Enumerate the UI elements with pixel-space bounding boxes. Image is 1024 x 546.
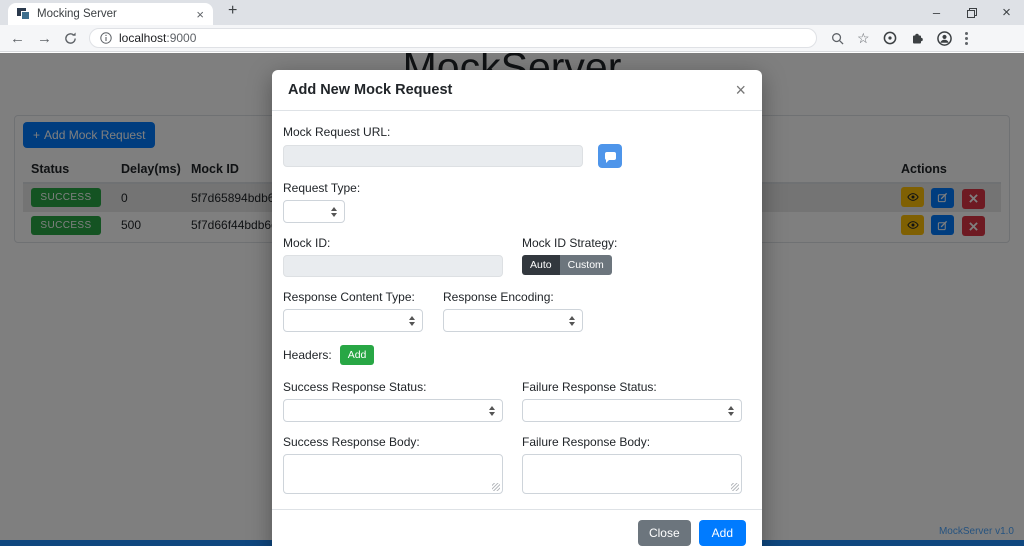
success-response-status-select[interactable] bbox=[283, 399, 503, 422]
url-port: :9000 bbox=[166, 31, 196, 45]
new-tab-button[interactable]: + bbox=[228, 2, 237, 20]
profile-avatar-icon[interactable] bbox=[937, 31, 952, 46]
refresh-icon[interactable] bbox=[64, 32, 77, 45]
strategy-custom-button[interactable]: Custom bbox=[560, 255, 612, 275]
modal-close-button[interactable]: Close bbox=[638, 520, 691, 546]
site-info-icon[interactable] bbox=[100, 32, 112, 44]
browser-window: Mocking Server × + – × ← → localhost:900… bbox=[0, 0, 1024, 546]
add-header-button[interactable]: Add bbox=[340, 345, 375, 365]
extension-badge-icon[interactable] bbox=[883, 31, 897, 45]
browser-tab[interactable]: Mocking Server × bbox=[8, 3, 213, 25]
url-comment-button[interactable] bbox=[598, 144, 622, 168]
modal-title: Add New Mock Request bbox=[288, 82, 452, 98]
success-response-body-textarea[interactable] bbox=[283, 454, 503, 494]
extensions-puzzle-icon[interactable] bbox=[910, 31, 924, 45]
failure-response-status-label: Failure Response Status: bbox=[522, 380, 742, 394]
url-host: localhost bbox=[119, 31, 166, 45]
headers-label: Headers: bbox=[283, 348, 332, 362]
address-bar[interactable]: localhost:9000 bbox=[89, 28, 817, 48]
mock-id-strategy-toggle: Auto Custom bbox=[522, 255, 612, 275]
page-content: MockServer + Add Mock Request Status Del… bbox=[0, 53, 1024, 546]
restore-button[interactable] bbox=[954, 0, 989, 25]
response-content-type-select[interactable] bbox=[283, 309, 423, 332]
browser-menu-icon[interactable] bbox=[965, 32, 968, 45]
failure-response-status-select[interactable] bbox=[522, 399, 742, 422]
mock-id-input[interactable] bbox=[283, 255, 503, 277]
failure-response-body-textarea[interactable] bbox=[522, 454, 742, 494]
failure-response-body-label: Failure Response Body: bbox=[522, 435, 742, 449]
close-window-button[interactable]: × bbox=[989, 0, 1024, 25]
search-zoom-icon[interactable] bbox=[831, 32, 844, 45]
back-icon[interactable]: ← bbox=[10, 31, 25, 46]
success-response-body-label: Success Response Body: bbox=[283, 435, 503, 449]
success-response-status-label: Success Response Status: bbox=[283, 380, 503, 394]
mock-request-url-label: Mock Request URL: bbox=[283, 125, 746, 139]
modal-close-icon[interactable]: × bbox=[735, 81, 746, 99]
mock-id-label: Mock ID: bbox=[283, 236, 503, 250]
window-controls: – × bbox=[919, 0, 1024, 25]
modal-add-button[interactable]: Add bbox=[699, 520, 746, 546]
browser-toolbar: ← → localhost:9000 ☆ bbox=[0, 25, 1024, 52]
strategy-auto-button[interactable]: Auto bbox=[522, 255, 560, 275]
add-mock-request-modal: Add New Mock Request × Mock Request URL:… bbox=[272, 70, 762, 546]
forward-icon[interactable]: → bbox=[37, 31, 52, 46]
mock-id-strategy-label: Mock ID Strategy: bbox=[522, 236, 617, 250]
toolbar-icons: ☆ bbox=[831, 31, 968, 46]
tab-strip: Mocking Server × + – × bbox=[0, 0, 1024, 25]
tab-title: Mocking Server bbox=[37, 8, 189, 20]
mock-request-url-input[interactable] bbox=[283, 145, 583, 167]
site-favicon-icon bbox=[17, 8, 30, 20]
bookmark-star-icon[interactable]: ☆ bbox=[857, 31, 870, 45]
response-encoding-label: Response Encoding: bbox=[443, 290, 583, 304]
request-type-select[interactable] bbox=[283, 200, 345, 223]
tab-close-icon[interactable]: × bbox=[196, 8, 204, 21]
minimize-button[interactable]: – bbox=[919, 0, 954, 25]
response-content-type-label: Response Content Type: bbox=[283, 290, 423, 304]
restore-icon bbox=[967, 8, 977, 18]
comment-icon bbox=[605, 152, 616, 160]
request-type-label: Request Type: bbox=[283, 181, 746, 195]
response-encoding-select[interactable] bbox=[443, 309, 583, 332]
